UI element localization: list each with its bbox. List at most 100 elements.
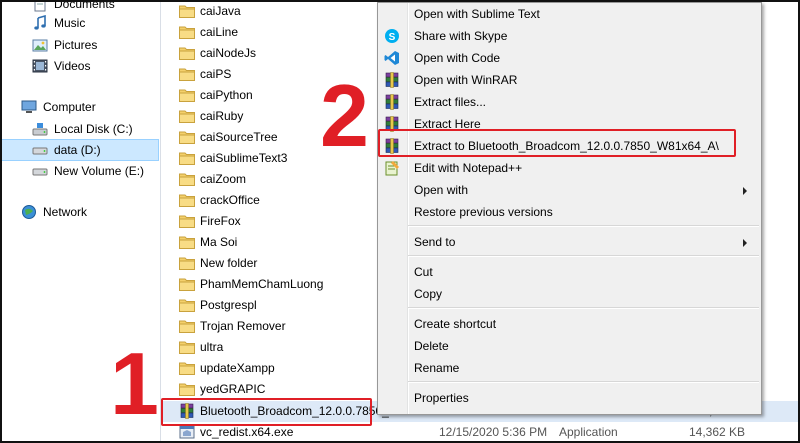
folder-icon <box>179 47 195 60</box>
skype-icon: S <box>385 29 399 43</box>
file-name: Ma Soi <box>200 235 238 249</box>
menu-item-label: Open with WinRAR <box>414 73 518 87</box>
file-name: caiPS <box>200 67 232 81</box>
menu-item-label: Properties <box>414 391 469 405</box>
menu-item-open-with-winrar[interactable]: Open with WinRAR <box>378 69 761 91</box>
menu-item-open-with-sublime-text[interactable]: Open with Sublime Text <box>378 3 761 25</box>
winrar-icon <box>385 94 399 110</box>
folder-icon <box>179 152 195 165</box>
file-name: New folder <box>200 256 258 270</box>
file-name: ultra <box>200 340 224 354</box>
menu-item-create-shortcut[interactable]: Create shortcut <box>378 313 761 335</box>
folder-icon <box>179 362 195 375</box>
file-name: crackOffice <box>200 193 260 207</box>
folder-icon <box>179 26 195 39</box>
winrar-icon <box>385 72 399 88</box>
menu-item-copy[interactable]: Copy <box>378 283 761 305</box>
nav-item-label: data (D:) <box>54 143 101 157</box>
menu-item-open-with[interactable]: Open with <box>378 179 761 201</box>
menu-item-delete[interactable]: Delete <box>378 335 761 357</box>
context-menu: Open with Sublime Text S Share with Skyp… <box>377 2 762 415</box>
nav-item-label: Pictures <box>54 38 98 52</box>
notepad-plus-plus-icon <box>385 161 399 176</box>
menu-item-properties[interactable]: Properties <box>378 387 761 409</box>
drive-icon <box>32 168 48 176</box>
menu-item-edit-with-notepad-plus-plus[interactable]: Edit with Notepad++ <box>378 157 761 179</box>
step-number-2: 2 <box>320 66 369 165</box>
folder-icon <box>179 5 195 18</box>
highlight-extract-to-box <box>378 129 736 157</box>
vscode-icon <box>384 51 399 65</box>
file-name: FireFox <box>200 214 241 228</box>
menu-separator <box>408 255 759 257</box>
menu-item-extract-files[interactable]: Extract files... <box>378 91 761 113</box>
folder-icon <box>179 215 195 228</box>
folder-icon <box>179 299 195 312</box>
file-name: caiZoom <box>200 172 247 186</box>
folder-icon <box>179 341 195 354</box>
nav-item-label: Music <box>54 16 86 30</box>
folder-icon <box>179 236 195 249</box>
menu-item-cut[interactable]: Cut <box>378 261 761 283</box>
file-name: PhamMemChamLuong <box>200 277 324 291</box>
screenshot-frame: Documents Music Pictures Videos Computer… <box>0 0 800 443</box>
nav-item-label: New Volume (E:) <box>54 164 145 178</box>
step-number-1: 1 <box>110 334 159 433</box>
nav-item-label: Videos <box>54 59 91 73</box>
menu-item-label: Copy <box>414 287 443 301</box>
menu-item-label: Delete <box>414 339 449 353</box>
file-name: Postgrespl <box>200 298 257 312</box>
nav-item-label: Documents <box>54 0 115 11</box>
menu-item-label: Create shortcut <box>414 317 497 331</box>
menu-item-restore-previous-versions[interactable]: Restore previous versions <box>378 201 761 223</box>
folder-icon <box>179 89 195 102</box>
application-icon <box>179 425 195 439</box>
menu-item-label: Open with <box>414 183 469 197</box>
folder-icon <box>179 68 195 81</box>
folder-icon <box>179 173 195 186</box>
nav-item-data-d[interactable]: data (D:) <box>2 139 159 161</box>
file-date: 12/15/2020 5:36 PM <box>439 425 548 439</box>
menu-item-label: Edit with Notepad++ <box>414 161 523 175</box>
file-name: caiSourceTree <box>200 130 278 144</box>
folder-icon <box>179 110 195 123</box>
file-name: caiSublimeText3 <box>200 151 288 165</box>
menu-separator <box>408 225 759 227</box>
folder-icon <box>179 278 195 291</box>
file-name: caiRuby <box>200 109 244 123</box>
submenu-arrow-icon <box>743 239 747 247</box>
file-name: caiNodeJs <box>200 46 257 60</box>
file-name: caiJava <box>200 4 241 18</box>
file-name: caiLine <box>200 25 239 39</box>
nav-item-label: Network <box>43 205 88 219</box>
file-name: yedGRAPIC <box>200 382 266 396</box>
menu-item-label: Open with Sublime Text <box>414 7 540 21</box>
menu-item-send-to[interactable]: Send to <box>378 231 761 253</box>
menu-item-label: Cut <box>414 265 433 279</box>
nav-item-label: Computer <box>43 100 96 114</box>
menu-item-share-with-skype[interactable]: S Share with Skype <box>378 25 761 47</box>
nav-item-label: Local Disk (C:) <box>54 122 133 136</box>
menu-item-rename[interactable]: Rename <box>378 357 761 379</box>
highlight-archive-file-box <box>161 398 372 426</box>
menu-item-label: Send to <box>414 235 456 249</box>
menu-item-label: Extract files... <box>414 95 487 109</box>
file-size: 14,362 KB <box>689 425 746 439</box>
music-icon <box>34 15 46 30</box>
folder-icon <box>179 194 195 207</box>
menu-item-open-with-code[interactable]: Open with Code <box>378 47 761 69</box>
file-name: caiPython <box>200 88 253 102</box>
folder-icon <box>179 383 195 396</box>
submenu-arrow-icon <box>743 187 747 195</box>
file-type: Application <box>559 425 618 439</box>
file-name: updateXampp <box>200 361 275 375</box>
menu-item-label: Open with Code <box>414 51 501 65</box>
drive-icon <box>32 147 48 155</box>
local-disk-icon <box>32 123 48 136</box>
documents-icon <box>34 2 46 12</box>
menu-item-label: Rename <box>414 361 460 375</box>
menu-separator <box>408 307 759 309</box>
folder-icon <box>179 320 195 333</box>
svg-text:S: S <box>389 32 396 43</box>
pictures-icon <box>32 39 48 52</box>
